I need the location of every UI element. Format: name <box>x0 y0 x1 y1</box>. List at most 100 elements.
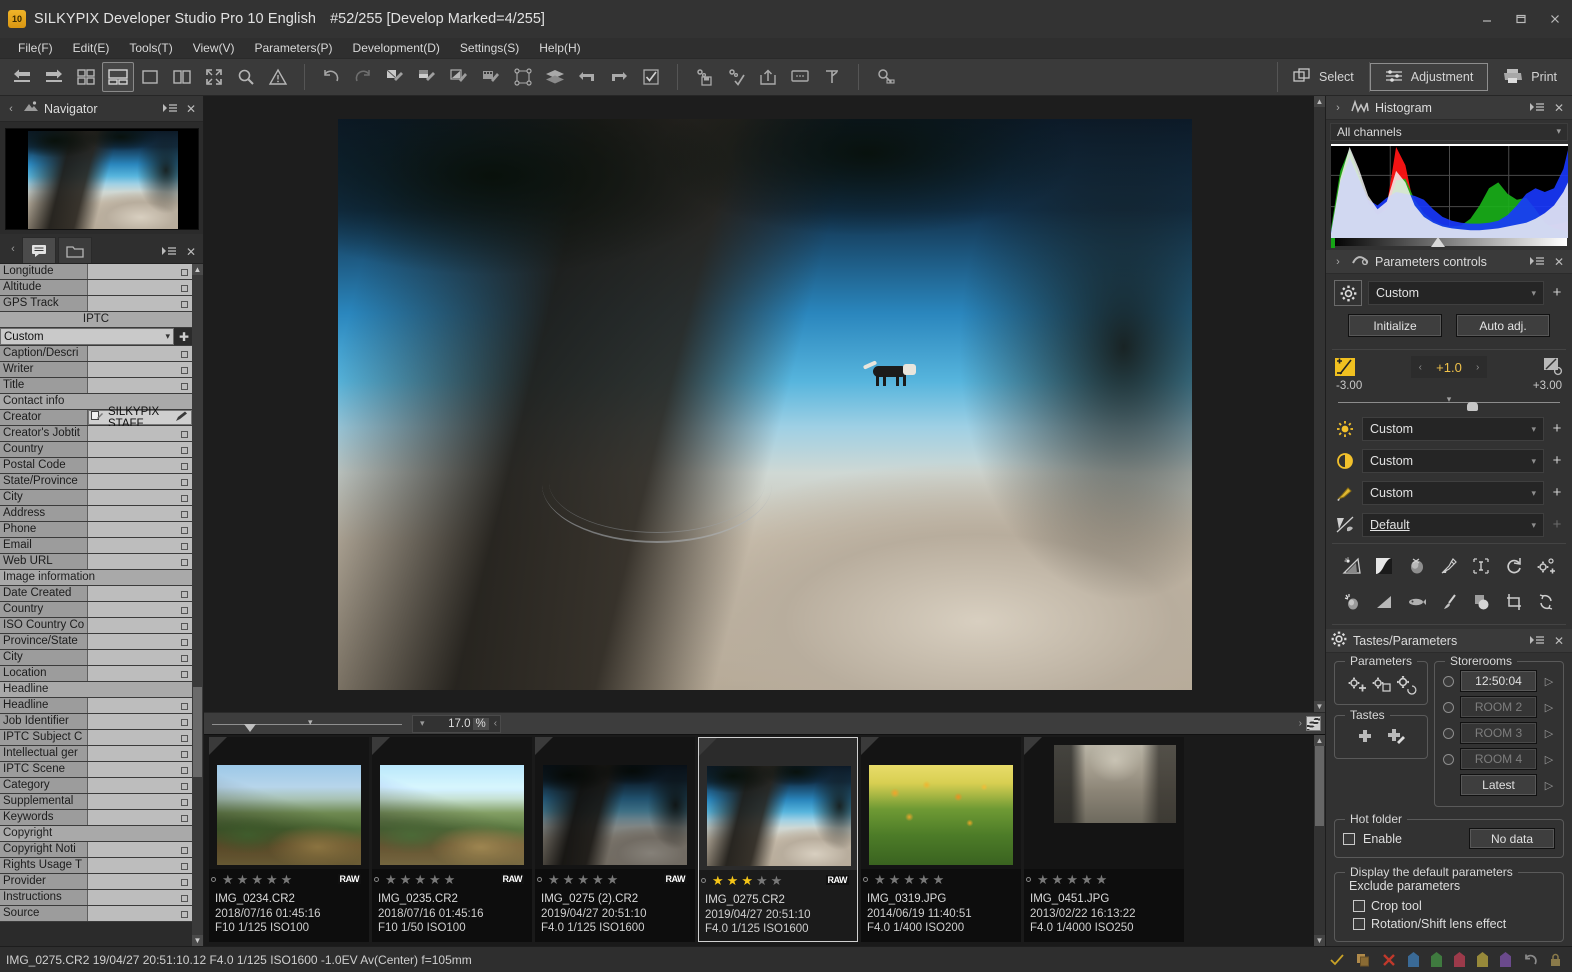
latest-button[interactable]: Latest <box>1460 774 1537 797</box>
tag-red-icon[interactable] <box>1454 952 1465 967</box>
rating-star[interactable]: ★ <box>429 873 441 886</box>
metadata-row[interactable]: Postal Code <box>0 458 192 474</box>
metadata-scroll-thumb[interactable] <box>193 686 202 777</box>
metadata-row[interactable]: City <box>0 650 192 666</box>
metadata-value[interactable] <box>88 890 192 905</box>
metadata-value[interactable] <box>88 634 192 649</box>
metadata-row[interactable]: Location <box>0 666 192 682</box>
tag-purple-icon[interactable] <box>1500 952 1511 967</box>
add-color-tone-button[interactable]: + <box>1550 485 1564 500</box>
metadata-row[interactable]: Title <box>0 378 192 394</box>
delete-icon[interactable] <box>1382 953 1396 967</box>
metadata-value[interactable] <box>88 650 192 665</box>
metadata-value[interactable] <box>88 426 192 441</box>
rating-star[interactable]: ★ <box>1052 873 1064 886</box>
gradient-icon[interactable] <box>1372 591 1396 613</box>
next-image-icon[interactable] <box>38 62 70 92</box>
rating-star[interactable]: ★ <box>1081 873 1093 886</box>
tag-blue-icon[interactable] <box>1408 952 1419 967</box>
exposure-slider[interactable]: ▾ <box>1338 392 1560 412</box>
noise-reduction-icon[interactable] <box>1469 555 1493 577</box>
parameters-panel-menu-icon[interactable] <box>1529 255 1545 269</box>
metadata-value[interactable] <box>88 874 192 889</box>
metadata-row[interactable]: Writer <box>0 362 192 378</box>
batch-development-icon[interactable] <box>720 62 752 92</box>
preset-gear-button[interactable] <box>1334 280 1362 307</box>
histogram-channel-select[interactable]: All channels ▾ <box>1330 123 1568 141</box>
metadata-value[interactable] <box>88 442 192 457</box>
metadata-value[interactable] <box>88 778 192 793</box>
brush-icon[interactable] <box>1437 591 1461 613</box>
lock-icon[interactable] <box>1549 953 1562 967</box>
metadata-value[interactable] <box>88 378 192 393</box>
close-button[interactable] <box>1538 0 1572 38</box>
metadata-row[interactable]: ISO Country Co <box>0 618 192 634</box>
hot-folder-enable-checkbox[interactable] <box>1343 832 1355 845</box>
metadata-value[interactable] <box>88 762 192 777</box>
previous-image-icon[interactable] <box>6 62 38 92</box>
storeroom-row[interactable]: ROOM 4 ▷ <box>1443 748 1555 771</box>
histogram-close-icon[interactable]: ✕ <box>1551 101 1567 115</box>
thumbnail-item[interactable]: ★ ★ ★ ★ ★ IMG_0451.JPG 2013/02/22 16:13:22 F4.0… <box>1024 737 1184 942</box>
metadata-value[interactable] <box>88 730 192 745</box>
metadata-row[interactable]: Longitude <box>0 264 192 280</box>
metadata-value[interactable] <box>88 362 192 377</box>
initialize-button[interactable]: Initialize <box>1348 314 1442 338</box>
rating-star[interactable]: ★ <box>414 873 426 886</box>
shadow-icon[interactable] <box>1469 591 1493 613</box>
metadata-value[interactable] <box>88 474 192 489</box>
menu-edit[interactable]: Edit(E) <box>63 38 120 58</box>
metadata-row[interactable]: Creator's Jobtit <box>0 426 192 442</box>
export-icon[interactable] <box>752 62 784 92</box>
menu-view[interactable]: View(V) <box>183 38 245 58</box>
rating-star[interactable]: ★ <box>400 873 412 886</box>
add-taste-icon[interactable] <box>1354 726 1378 748</box>
single-view-icon[interactable] <box>134 62 166 92</box>
rating-star[interactable]: ★ <box>756 874 768 887</box>
dodge-burn-icon[interactable] <box>1405 555 1429 577</box>
image-preview-area[interactable]: ▲ ▼ <box>204 96 1325 712</box>
metadata-value[interactable] <box>88 586 192 601</box>
compare-view-icon[interactable] <box>166 62 198 92</box>
copy-parameters-icon[interactable] <box>379 62 411 92</box>
rating-star[interactable]: ★ <box>577 873 589 886</box>
exposure-slider-knob[interactable] <box>1466 402 1478 412</box>
hot-folder-status-button[interactable]: No data <box>1469 828 1555 850</box>
rating-star[interactable]: ★ <box>563 873 575 886</box>
metadata-scroll-down[interactable]: ▼ <box>192 935 203 946</box>
zoom-prev-icon[interactable]: ‹ <box>491 718 497 729</box>
menu-parameters[interactable]: Parameters(P) <box>245 38 343 58</box>
rating-star[interactable]: ★ <box>251 873 263 886</box>
copy-field-icon[interactable] <box>91 410 104 425</box>
rating-star[interactable]: ★ <box>548 873 560 886</box>
rotation-shift-checkbox[interactable] <box>1353 918 1365 931</box>
metadata-collapse-arrow[interactable]: ‹ <box>4 235 22 263</box>
rotation-shift-option-row[interactable]: Rotation/Shift lens effect <box>1343 915 1555 933</box>
rating-star[interactable]: ★ <box>741 874 753 887</box>
zoom-slider[interactable]: ▾ <box>212 713 402 735</box>
rating-star[interactable]: ★ <box>903 873 915 886</box>
contrast-select[interactable]: Custom ▾ <box>1362 449 1544 474</box>
white-balance-select[interactable]: Custom ▾ <box>1362 417 1544 442</box>
color-tone-select[interactable]: Custom ▾ <box>1362 481 1544 506</box>
iptc-add-preset-icon[interactable]: ✚ <box>176 330 192 344</box>
redo-icon[interactable] <box>347 62 379 92</box>
metadata-row[interactable]: Rights Usage T <box>0 858 192 874</box>
filmstrip-scroll-up[interactable]: ▲ <box>1314 735 1325 746</box>
metadata-row[interactable]: IPTC Scene <box>0 762 192 778</box>
preview-scroll-up[interactable]: ▲ <box>1314 96 1325 107</box>
rating-star[interactable]: ★ <box>222 873 234 886</box>
highlight-controller-icon[interactable] <box>1340 555 1364 577</box>
storeroom-radio[interactable] <box>1443 675 1454 687</box>
magnifier-icon[interactable] <box>230 62 262 92</box>
fisheye-lens-icon[interactable] <box>1405 591 1429 613</box>
menu-help[interactable]: Help(H) <box>529 38 590 58</box>
rating-star[interactable]: ★ <box>237 873 249 886</box>
metadata-value[interactable] <box>88 794 192 809</box>
metadata-value[interactable] <box>88 858 192 873</box>
metadata-scroll-up[interactable]: ▲ <box>192 264 203 275</box>
mark-checkbox-icon[interactable] <box>635 62 667 92</box>
metadata-scrollbar[interactable]: ▲ ▼ <box>192 264 203 946</box>
sharpness-select[interactable]: Default ▾ <box>1362 513 1544 538</box>
navigator-collapse-arrow[interactable]: ‹ <box>4 103 18 115</box>
